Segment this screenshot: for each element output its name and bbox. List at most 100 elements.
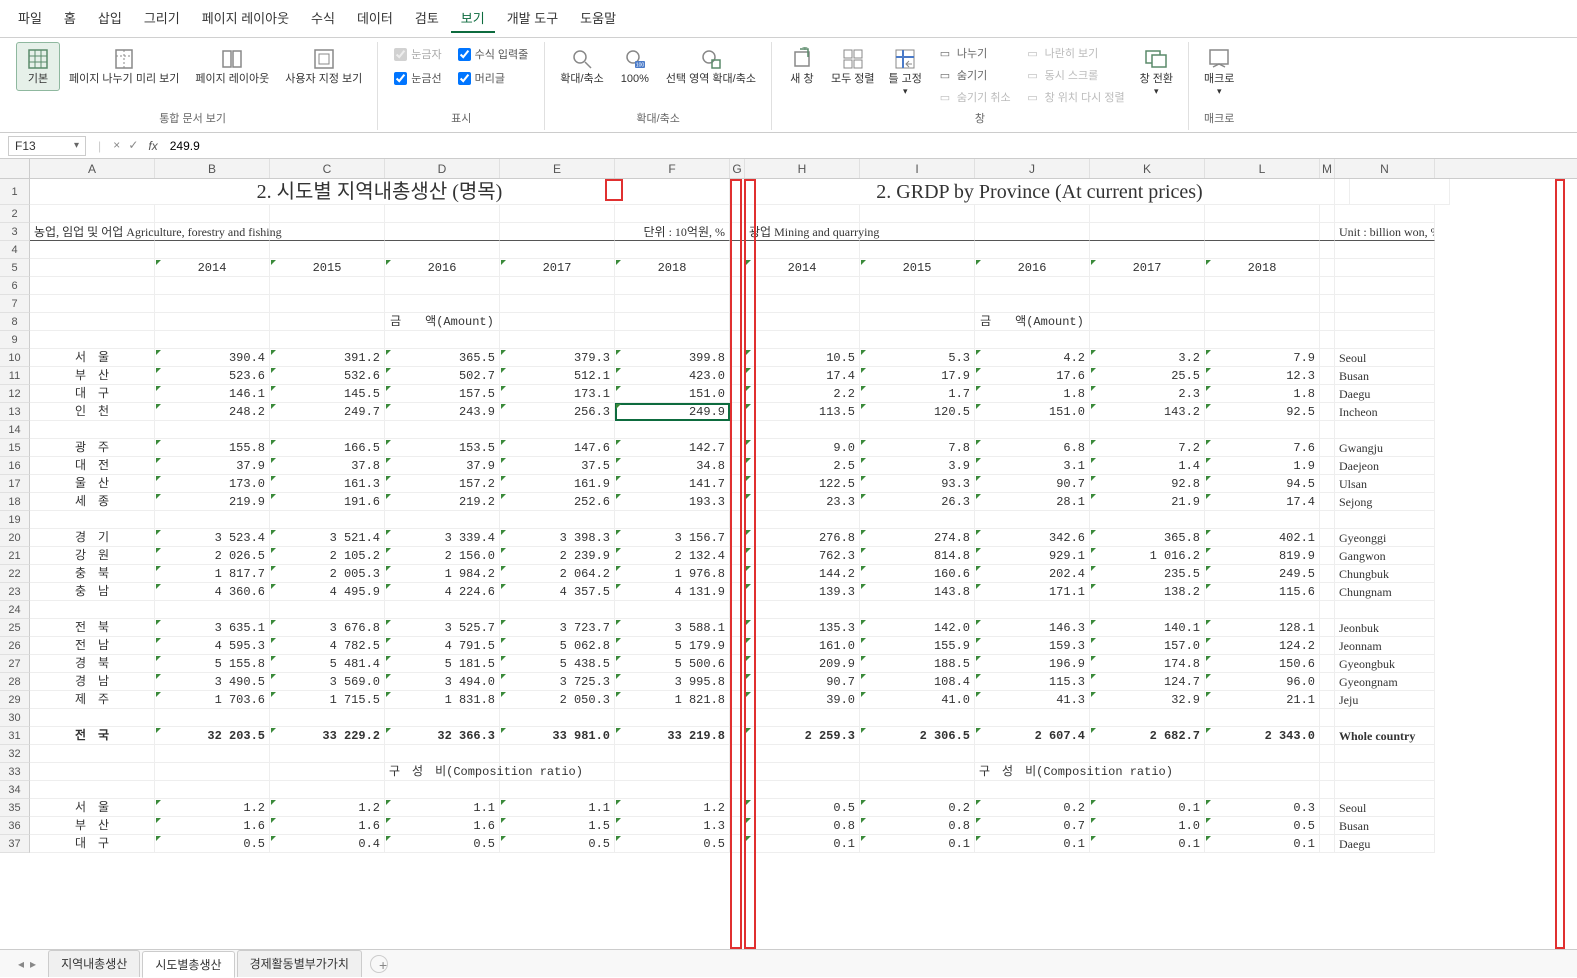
cell[interactable] xyxy=(730,421,745,439)
cell[interactable] xyxy=(860,313,975,331)
region-kr[interactable]: 부 산 xyxy=(30,367,155,385)
data-cell[interactable]: 202.4 xyxy=(975,565,1090,583)
region-en[interactable]: Gwangju xyxy=(1335,439,1435,457)
data-cell[interactable]: 90.7 xyxy=(975,475,1090,493)
data-cell[interactable]: 143.2 xyxy=(1090,403,1205,421)
cell[interactable] xyxy=(1320,709,1335,727)
region-kr[interactable]: 강 원 xyxy=(30,547,155,565)
data-cell[interactable]: 160.6 xyxy=(860,565,975,583)
data-cell[interactable]: 2 682.7 xyxy=(1090,727,1205,745)
data-cell[interactable]: 0.4 xyxy=(270,835,385,853)
data-cell[interactable]: 1.6 xyxy=(155,817,270,835)
data-cell[interactable]: 1.0 xyxy=(1090,817,1205,835)
menu-데이터[interactable]: 데이터 xyxy=(347,4,403,33)
cell[interactable] xyxy=(745,781,860,799)
menu-수식[interactable]: 수식 xyxy=(301,4,345,33)
zoom-btn-1[interactable]: 100100% xyxy=(613,42,657,91)
data-cell[interactable] xyxy=(500,421,615,439)
name-box[interactable]: F13▾ xyxy=(8,136,86,156)
cell[interactable] xyxy=(1320,817,1335,835)
data-cell[interactable]: 1.4 xyxy=(1090,457,1205,475)
data-cell[interactable]: 256.3 xyxy=(500,403,615,421)
sheet-tab-1[interactable]: 시도별총생산 xyxy=(142,951,234,978)
data-cell[interactable]: 4 131.9 xyxy=(615,583,730,601)
cell[interactable] xyxy=(615,781,730,799)
data-cell[interactable]: 1.9 xyxy=(1205,457,1320,475)
data-cell[interactable]: 17.4 xyxy=(745,367,860,385)
row-header[interactable]: 33 xyxy=(0,763,30,781)
data-cell[interactable]: 0.2 xyxy=(975,799,1090,817)
data-cell[interactable]: 274.8 xyxy=(860,529,975,547)
data-cell[interactable]: 2 050.3 xyxy=(500,691,615,709)
region-kr[interactable]: 전 북 xyxy=(30,619,155,637)
data-cell[interactable]: 1.7 xyxy=(860,385,975,403)
checkbox[interactable] xyxy=(458,72,471,85)
cell[interactable] xyxy=(615,745,730,763)
data-cell[interactable]: 92.5 xyxy=(1205,403,1320,421)
data-cell[interactable]: 819.9 xyxy=(1205,547,1320,565)
data-cell[interactable]: 3 995.8 xyxy=(615,673,730,691)
data-cell[interactable]: 2.3 xyxy=(1090,385,1205,403)
cell[interactable] xyxy=(385,295,500,313)
row-header[interactable]: 5 xyxy=(0,259,30,277)
data-cell[interactable]: 249.5 xyxy=(1205,565,1320,583)
cell[interactable] xyxy=(615,295,730,313)
data-cell[interactable]: 4 357.5 xyxy=(500,583,615,601)
data-cell[interactable]: 0.3 xyxy=(1205,799,1320,817)
region-kr[interactable] xyxy=(30,421,155,439)
row-header[interactable]: 21 xyxy=(0,547,30,565)
cell[interactable] xyxy=(1320,457,1335,475)
row-header[interactable]: 34 xyxy=(0,781,30,799)
data-cell[interactable]: 188.5 xyxy=(860,655,975,673)
data-cell[interactable]: 2 156.0 xyxy=(385,547,500,565)
data-cell[interactable]: 0.5 xyxy=(1205,817,1320,835)
data-cell[interactable] xyxy=(1090,709,1205,727)
spreadsheet-grid[interactable]: ABCDEFGHIJKLMN 12. 시도별 지역내총생산 (명목)2. GRD… xyxy=(0,159,1577,949)
row-header[interactable]: 31 xyxy=(0,727,30,745)
region-kr[interactable]: 경 기 xyxy=(30,529,155,547)
cell[interactable] xyxy=(745,331,860,349)
cell[interactable] xyxy=(615,313,730,331)
data-cell[interactable]: 2.5 xyxy=(745,457,860,475)
cell[interactable] xyxy=(155,205,270,223)
col-header-J[interactable]: J xyxy=(975,159,1090,178)
data-cell[interactable]: 155.8 xyxy=(155,439,270,457)
cell[interactable] xyxy=(860,745,975,763)
data-cell[interactable] xyxy=(860,601,975,619)
data-cell[interactable]: 115.6 xyxy=(1205,583,1320,601)
cell[interactable] xyxy=(615,277,730,295)
data-cell[interactable]: 252.6 xyxy=(500,493,615,511)
data-cell[interactable] xyxy=(385,601,500,619)
data-cell[interactable]: 4 224.6 xyxy=(385,583,500,601)
col-header-F[interactable]: F xyxy=(615,159,730,178)
data-cell[interactable]: 3 339.4 xyxy=(385,529,500,547)
year-header[interactable]: 2018 xyxy=(615,259,730,277)
data-cell[interactable]: 5 062.8 xyxy=(500,637,615,655)
col-header-A[interactable]: A xyxy=(30,159,155,178)
window-side-0[interactable]: ▭나누기 xyxy=(937,44,1011,62)
cell[interactable] xyxy=(745,313,860,331)
section-right[interactable]: 광업 Mining and quarrying xyxy=(745,223,860,241)
data-cell[interactable] xyxy=(385,421,500,439)
data-cell[interactable]: 135.3 xyxy=(745,619,860,637)
cell[interactable] xyxy=(730,601,745,619)
row-header[interactable]: 37 xyxy=(0,835,30,853)
data-cell[interactable]: 1.8 xyxy=(975,385,1090,403)
data-cell[interactable]: 32.9 xyxy=(1090,691,1205,709)
cell[interactable] xyxy=(30,205,155,223)
row-header[interactable]: 7 xyxy=(0,295,30,313)
row-header[interactable]: 15 xyxy=(0,439,30,457)
data-cell[interactable]: 0.5 xyxy=(615,835,730,853)
cell[interactable] xyxy=(1320,781,1335,799)
region-kr[interactable]: 경 남 xyxy=(30,673,155,691)
data-cell[interactable]: 161.9 xyxy=(500,475,615,493)
data-cell[interactable]: 145.5 xyxy=(270,385,385,403)
cell[interactable] xyxy=(1320,745,1335,763)
row-header[interactable]: 11 xyxy=(0,367,30,385)
cell[interactable] xyxy=(745,295,860,313)
cell[interactable] xyxy=(615,205,730,223)
region-kr[interactable]: 부 산 xyxy=(30,817,155,835)
region-kr[interactable]: 인 천 xyxy=(30,403,155,421)
cell[interactable] xyxy=(1335,241,1435,259)
data-cell[interactable]: 108.4 xyxy=(860,673,975,691)
